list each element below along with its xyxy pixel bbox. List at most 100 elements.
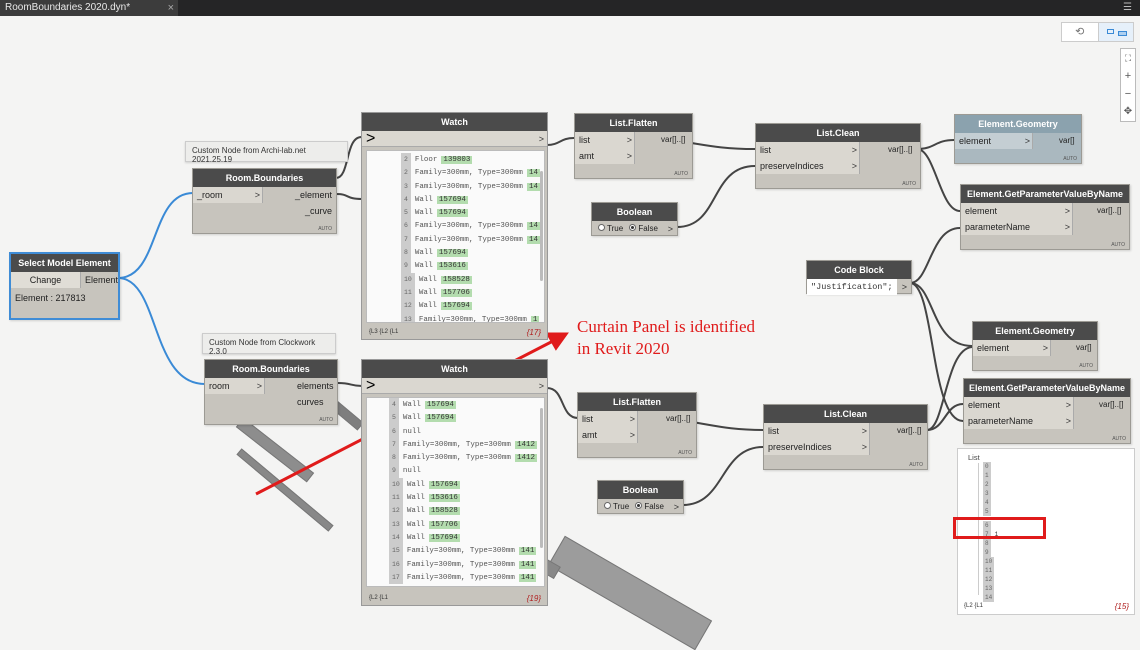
element-id-badge[interactable]: 157694 bbox=[440, 302, 472, 311]
watch-node[interactable]: Watch > > 2 Floor 139803 2 Family=300mm, Typ… bbox=[361, 112, 548, 340]
watch-list-item: 12 Wall 157694 bbox=[401, 299, 544, 313]
element-id-badge[interactable]: 157706 bbox=[440, 288, 472, 297]
boolean-node[interactable]: Boolean True False > bbox=[597, 480, 684, 514]
input-port-amt[interactable]: amt > bbox=[575, 148, 635, 164]
boolean-node[interactable]: Boolean True False > bbox=[591, 202, 678, 236]
select-model-element-node[interactable]: Select Model Element Change Element Elem… bbox=[9, 252, 120, 320]
element-geometry-node[interactable]: Element.Geometry element > var[] AUTO bbox=[954, 114, 1082, 164]
output-port[interactable]: > bbox=[902, 279, 907, 295]
element-id-badge[interactable]: 157694 bbox=[424, 401, 456, 409]
input-port-preserveindices[interactable]: preserveIndices > bbox=[764, 439, 870, 455]
element-id-badge[interactable]: 1412 bbox=[514, 440, 537, 449]
element-id-badge[interactable]: 157694 bbox=[436, 249, 468, 258]
close-icon[interactable]: × bbox=[168, 0, 174, 16]
output-port-curves[interactable]: curves bbox=[297, 394, 334, 410]
element-id-badge[interactable]: 14 bbox=[526, 169, 540, 178]
zoom-in-icon[interactable]: + bbox=[1121, 67, 1135, 85]
pan-icon[interactable]: ✥ bbox=[1121, 103, 1135, 121]
item-index: 3 bbox=[401, 179, 411, 193]
false-radio[interactable]: False bbox=[635, 502, 664, 511]
geometry-view-icon[interactable]: ⟲ bbox=[1062, 23, 1098, 41]
false-radio[interactable]: False bbox=[629, 224, 658, 233]
document-tab[interactable]: RoomBoundaries 2020.dyn* × bbox=[0, 0, 178, 16]
output-port[interactable]: var[]..[] bbox=[666, 411, 690, 427]
output-port[interactable]: > bbox=[668, 221, 673, 237]
fit-icon[interactable]: ⛶ bbox=[1121, 49, 1135, 67]
output-port-element[interactable]: _element bbox=[291, 187, 332, 203]
element-id-badge[interactable]: 153616 bbox=[428, 494, 460, 503]
element-id-badge[interactable]: 141 bbox=[518, 560, 537, 569]
change-button[interactable]: Change bbox=[11, 272, 81, 288]
input-port-parametername[interactable]: parameterName > bbox=[961, 219, 1073, 235]
input-port-room[interactable]: room > bbox=[205, 378, 265, 394]
output-port[interactable]: var[] bbox=[1059, 133, 1075, 149]
menu-icon[interactable]: ☰ bbox=[1123, 0, 1132, 16]
element-id-badge[interactable]: 157694 bbox=[436, 195, 468, 204]
true-radio[interactable]: True bbox=[604, 502, 629, 511]
output-port[interactable]: > bbox=[674, 499, 679, 515]
room-boundaries-node[interactable]: Room.Boundaries _room > _element _curve A… bbox=[192, 168, 337, 234]
room-boundaries-node[interactable]: Room.Boundaries room > elements curves AU… bbox=[204, 359, 338, 425]
graph-canvas[interactable]: Custom Node from Archi-lab.net 2021.25.1… bbox=[0, 16, 1140, 650]
input-port-preserveindices[interactable]: preserveIndices > bbox=[756, 158, 860, 174]
list-clean-node[interactable]: List.Clean list > preserveIndices > var[].… bbox=[763, 404, 928, 470]
input-port-amt[interactable]: amt > bbox=[578, 427, 638, 443]
input-port-list[interactable]: list > bbox=[575, 132, 635, 148]
output-port[interactable]: var[]..[] bbox=[661, 132, 685, 148]
element-id-badge[interactable]: 14 bbox=[526, 235, 540, 244]
code-editor[interactable]: "Justification"; bbox=[807, 279, 897, 295]
output-port[interactable]: var[] bbox=[1076, 340, 1092, 356]
element-id-badge[interactable]: 1412 bbox=[514, 454, 537, 463]
input-port-element[interactable]: element > bbox=[964, 397, 1074, 413]
view-toggle[interactable]: ⟲ bbox=[1061, 22, 1134, 42]
list-flatten-node[interactable]: List.Flatten list > amt > var[]..[] AUTO bbox=[574, 113, 693, 179]
get-parameter-value-by-name-node[interactable]: Element.GetParameterValueByName element >… bbox=[960, 184, 1130, 250]
list-clean-node[interactable]: List.Clean list > preserveIndices > var[].… bbox=[755, 123, 921, 189]
output-port[interactable]: > bbox=[539, 131, 544, 147]
element-id-badge[interactable]: 141 bbox=[518, 547, 537, 556]
input-port-element[interactable]: element > bbox=[973, 340, 1051, 356]
output-port[interactable]: var[]..[] bbox=[1097, 203, 1121, 219]
graph-view-icon[interactable] bbox=[1097, 23, 1133, 41]
input-port-room[interactable]: _room > bbox=[193, 187, 263, 203]
watch-preview[interactable]: 2 Floor 139803 2 Family=300mm, Type=300mm 14 3… bbox=[366, 150, 545, 323]
element-id-badge[interactable]: 153616 bbox=[436, 262, 468, 271]
input-port[interactable]: > bbox=[366, 377, 375, 394]
zoom-out-icon[interactable]: − bbox=[1121, 85, 1135, 103]
input-port-list[interactable]: list > bbox=[578, 411, 638, 427]
element-id-badge[interactable]: 14 bbox=[526, 182, 540, 191]
node-title: Element.Geometry bbox=[973, 322, 1097, 340]
element-id-badge[interactable]: 141 bbox=[518, 573, 537, 582]
element-geometry-node[interactable]: Element.Geometry element > var[] AUTO bbox=[972, 321, 1098, 371]
element-id-badge[interactable]: 157694 bbox=[436, 209, 468, 218]
output-port[interactable]: > bbox=[539, 378, 544, 394]
element-id-badge[interactable]: 158528 bbox=[428, 507, 460, 516]
element-id-badge[interactable]: 157694 bbox=[424, 414, 456, 423]
output-port-element[interactable]: Element bbox=[81, 272, 118, 288]
output-port[interactable]: var[]..[] bbox=[1099, 397, 1123, 413]
watch-list-item: 9 Wall 153616 bbox=[401, 259, 544, 273]
code-block-node[interactable]: Code Block "Justification"; > bbox=[806, 260, 912, 295]
element-id-badge[interactable]: 157694 bbox=[428, 480, 460, 489]
output-port[interactable]: var[]..[] bbox=[897, 423, 921, 439]
input-port[interactable]: > bbox=[366, 130, 375, 147]
input-port-element[interactable]: element > bbox=[955, 133, 1033, 149]
element-id-badge[interactable]: 157706 bbox=[428, 520, 460, 529]
element-id-badge[interactable]: 157694 bbox=[428, 533, 460, 542]
get-parameter-value-by-name-node[interactable]: Element.GetParameterValueByName element >… bbox=[963, 378, 1131, 444]
input-port-list[interactable]: list > bbox=[756, 142, 860, 158]
element-id-badge[interactable]: 1 bbox=[530, 315, 540, 322]
element-id-badge[interactable]: 158528 bbox=[440, 275, 472, 284]
element-id-badge[interactable]: 14 bbox=[526, 222, 540, 231]
output-port-curve[interactable]: _curve bbox=[291, 203, 332, 219]
output-port-elements[interactable]: elements bbox=[297, 378, 334, 394]
list-flatten-node[interactable]: List.Flatten list > amt > var[]..[] AUTO bbox=[577, 392, 697, 458]
output-port[interactable]: var[]..[] bbox=[888, 142, 912, 158]
input-port-list[interactable]: list > bbox=[764, 423, 870, 439]
watch-node[interactable]: Watch > > 4 Wall 157694 5 Wall 157694 6 null 7 Fa… bbox=[361, 359, 548, 606]
input-port-parametername[interactable]: parameterName > bbox=[964, 413, 1074, 429]
element-id-badge[interactable]: 139803 bbox=[441, 156, 473, 164]
input-port-element[interactable]: element > bbox=[961, 203, 1073, 219]
watch-preview[interactable]: 4 Wall 157694 5 Wall 157694 6 null 7 Family=300mm… bbox=[366, 397, 545, 587]
true-radio[interactable]: True bbox=[598, 224, 623, 233]
